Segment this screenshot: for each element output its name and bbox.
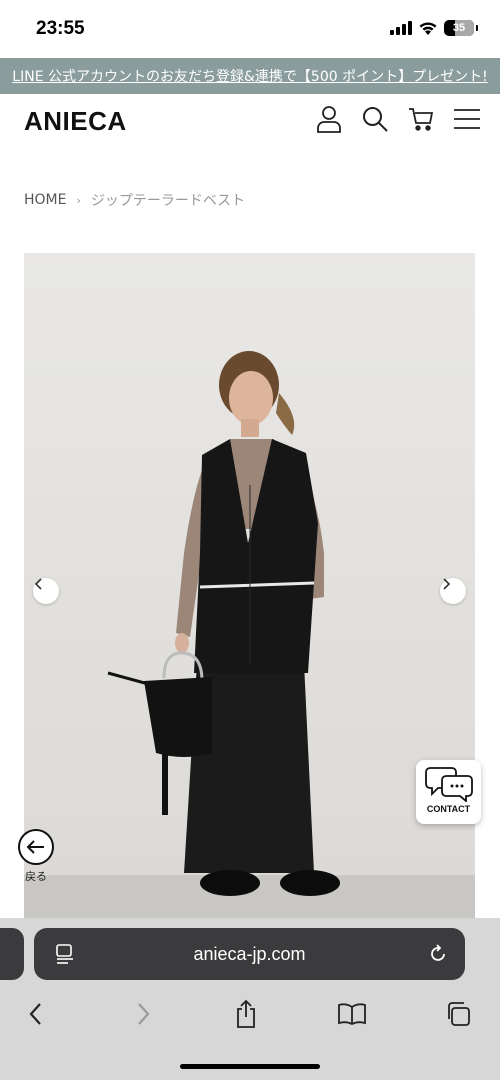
bookmarks-button[interactable]	[334, 996, 370, 1032]
breadcrumb: HOME › ジップテーラードベスト	[24, 190, 245, 210]
back-button[interactable]: 戻る	[16, 828, 56, 884]
promo-banner[interactable]: LINE 公式アカウントのお友だち登録&連携で【500 ポイント】プレゼント!	[0, 58, 500, 94]
share-icon	[237, 999, 255, 1028]
back-label: 戻る	[25, 870, 47, 883]
chat-bubbles-icon	[424, 767, 473, 802]
chevron-left-icon	[34, 578, 42, 590]
url-text: anieca-jp.com	[193, 943, 306, 964]
chevron-right-icon	[138, 1003, 150, 1025]
brand-logo[interactable]: ANIECA	[24, 106, 127, 137]
breadcrumb-home[interactable]: HOME	[24, 192, 66, 208]
search-icon[interactable]	[360, 104, 390, 134]
contact-label: CONTACT	[426, 804, 471, 814]
carousel-prev-button[interactable]	[33, 578, 59, 604]
breadcrumb-separator: ›	[76, 193, 81, 207]
battery-level: 35	[452, 22, 466, 34]
status-icons: 35	[390, 20, 478, 36]
site-header: ANIECA	[0, 94, 500, 150]
status-time: 23:55	[36, 18, 85, 39]
share-button[interactable]	[228, 996, 264, 1032]
menu-icon[interactable]	[452, 104, 482, 134]
browser-bottom-bar: anieca-jp.com	[0, 918, 500, 1080]
signal-icon	[390, 21, 412, 35]
product-photo	[24, 253, 475, 920]
page-menu-icon[interactable]	[54, 943, 76, 965]
browser-forward-button[interactable]	[125, 996, 161, 1032]
contact-button[interactable]: CONTACT	[416, 760, 481, 824]
tabs-icon	[448, 1002, 470, 1026]
reload-icon[interactable]	[427, 943, 449, 965]
book-icon	[338, 1003, 366, 1026]
previous-tab-peek[interactable]	[0, 928, 24, 980]
battery-icon: 35	[444, 20, 474, 36]
wifi-icon	[419, 21, 437, 35]
tabs-button[interactable]	[440, 996, 476, 1032]
chevron-right-icon	[443, 578, 451, 590]
header-icons	[314, 104, 482, 134]
carousel-next-button[interactable]	[440, 578, 466, 604]
home-indicator	[180, 1064, 320, 1069]
status-bar: 23:55 35	[0, 0, 500, 58]
promo-link[interactable]: LINE 公式アカウントのお友だち登録&連携で【500 ポイント】プレゼント!	[12, 66, 487, 86]
browser-toolbar	[0, 992, 500, 1036]
account-icon[interactable]	[314, 104, 344, 134]
chevron-left-icon	[29, 1003, 41, 1025]
address-bar[interactable]: anieca-jp.com	[34, 928, 465, 980]
product-image[interactable]	[24, 253, 475, 920]
cart-icon[interactable]	[406, 104, 436, 134]
breadcrumb-current: ジップテーラードベスト	[90, 193, 246, 209]
browser-back-button[interactable]	[18, 996, 54, 1032]
arrow-left-circle-icon	[18, 829, 54, 865]
